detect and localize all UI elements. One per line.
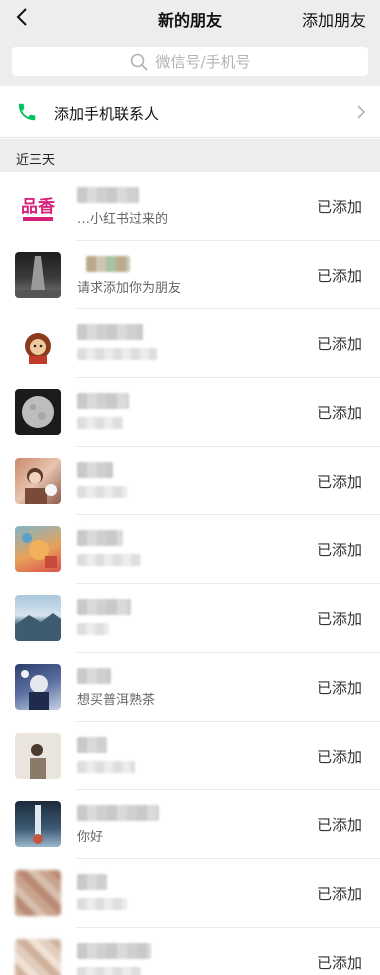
search-icon bbox=[131, 53, 149, 71]
blurred-name bbox=[77, 393, 129, 410]
friend-request-row[interactable]: 已添加 bbox=[0, 927, 380, 975]
avatar bbox=[15, 938, 61, 975]
avatar bbox=[15, 801, 61, 848]
request-message: 想买普洱熟茶 bbox=[77, 692, 156, 708]
friend-request-row[interactable]: 已添加 bbox=[0, 309, 380, 379]
blurred-message bbox=[77, 417, 123, 430]
illustration-photo bbox=[22, 533, 57, 569]
blurred-name bbox=[77, 461, 113, 478]
chevron-right-icon bbox=[357, 105, 366, 119]
status-added: 已添加 bbox=[316, 953, 362, 972]
status-added: 已添加 bbox=[316, 266, 362, 285]
blurred-name bbox=[77, 805, 159, 822]
friend-request-row[interactable]: 已添加 bbox=[0, 584, 380, 653]
landscape-photo bbox=[15, 613, 61, 642]
blurred-name bbox=[77, 324, 143, 341]
status-added: 已添加 bbox=[316, 816, 362, 835]
blurred-name bbox=[86, 255, 130, 272]
avatar bbox=[15, 389, 61, 436]
status-added: 已添加 bbox=[316, 404, 362, 423]
waterfall-photo bbox=[33, 805, 43, 845]
friend-request-list: 品香 …小红书过来的 已添加 请求添加你为朋友 已添加 已添加 已添加 已添加 … bbox=[0, 172, 380, 975]
avatar bbox=[15, 320, 61, 367]
moon-photo bbox=[22, 396, 54, 429]
tower-photo bbox=[15, 255, 61, 298]
blurred-name bbox=[77, 667, 111, 684]
avatar bbox=[15, 457, 61, 504]
section-header-recent: 近三天 bbox=[0, 139, 380, 172]
status-added: 已添加 bbox=[316, 472, 362, 491]
avatar bbox=[15, 251, 61, 298]
blurred-message bbox=[77, 897, 127, 910]
add-phone-contacts-label: 添加手机联系人 bbox=[54, 105, 160, 123]
request-message: …小红书过来的 bbox=[77, 212, 169, 227]
avatar: 品香 bbox=[15, 183, 61, 229]
avatar bbox=[15, 595, 61, 642]
brand-logo-avatar: 品香 bbox=[15, 183, 61, 229]
friend-request-row[interactable]: 已添加 bbox=[0, 515, 380, 585]
svg-text:品香: 品香 bbox=[21, 197, 55, 217]
friend-request-row[interactable]: 品香 …小红书过来的 已添加 bbox=[0, 172, 380, 241]
blurred-name bbox=[77, 873, 107, 890]
status-added: 已添加 bbox=[316, 610, 362, 629]
avatar bbox=[15, 663, 61, 710]
cartoon-avatar bbox=[25, 333, 51, 365]
anime-photo bbox=[21, 669, 49, 710]
add-phone-contacts-item[interactable]: 添加手机联系人 bbox=[0, 86, 380, 138]
request-message: 你好 bbox=[77, 830, 104, 846]
status-added: 已添加 bbox=[316, 335, 362, 354]
status-added: 已添加 bbox=[316, 541, 362, 560]
search-placeholder: 微信号/手机号 bbox=[155, 53, 251, 71]
friend-request-row[interactable]: 已添加 bbox=[0, 378, 380, 447]
blurred-message bbox=[77, 966, 141, 975]
friend-request-row[interactable]: 已添加 bbox=[0, 721, 380, 791]
person-sketch-photo bbox=[30, 743, 46, 779]
blurred-message bbox=[77, 623, 109, 636]
request-message: 请求添加你为朋友 bbox=[77, 280, 182, 296]
blurred-message bbox=[77, 485, 127, 498]
search-input[interactable]: 微信号/手机号 bbox=[12, 47, 368, 76]
blurred-name bbox=[77, 942, 151, 959]
search-bar: 微信号/手机号 bbox=[0, 36, 380, 86]
top-nav-bar: 新的朋友 添加朋友 bbox=[0, 0, 380, 36]
blurred-message bbox=[77, 348, 157, 361]
friend-request-row[interactable]: 请求添加你为朋友 已添加 bbox=[0, 240, 380, 310]
blurred-name bbox=[77, 599, 131, 616]
section-title: 近三天 bbox=[16, 153, 56, 168]
friend-request-row[interactable]: 已添加 bbox=[0, 446, 380, 516]
status-added: 已添加 bbox=[316, 678, 362, 697]
status-added: 已添加 bbox=[316, 747, 362, 766]
avatar bbox=[15, 732, 61, 779]
blurred-message bbox=[77, 554, 141, 567]
friend-request-row[interactable]: 你好 已添加 bbox=[0, 790, 380, 859]
add-friend-button[interactable]: 添加朋友 bbox=[302, 7, 366, 31]
status-added: 已添加 bbox=[316, 884, 362, 903]
blurred-message bbox=[77, 760, 135, 773]
phone-icon bbox=[18, 103, 36, 121]
avatar bbox=[15, 526, 61, 573]
status-added: 已添加 bbox=[316, 198, 362, 216]
blurred-name bbox=[77, 530, 123, 547]
blurred-name bbox=[77, 736, 107, 753]
avatar bbox=[15, 869, 61, 916]
friend-request-row[interactable]: 已添加 bbox=[0, 858, 380, 928]
blurred-name bbox=[77, 187, 139, 203]
friend-request-row[interactable]: 想买普洱熟茶 已添加 bbox=[0, 652, 380, 722]
person-photo bbox=[25, 467, 57, 504]
